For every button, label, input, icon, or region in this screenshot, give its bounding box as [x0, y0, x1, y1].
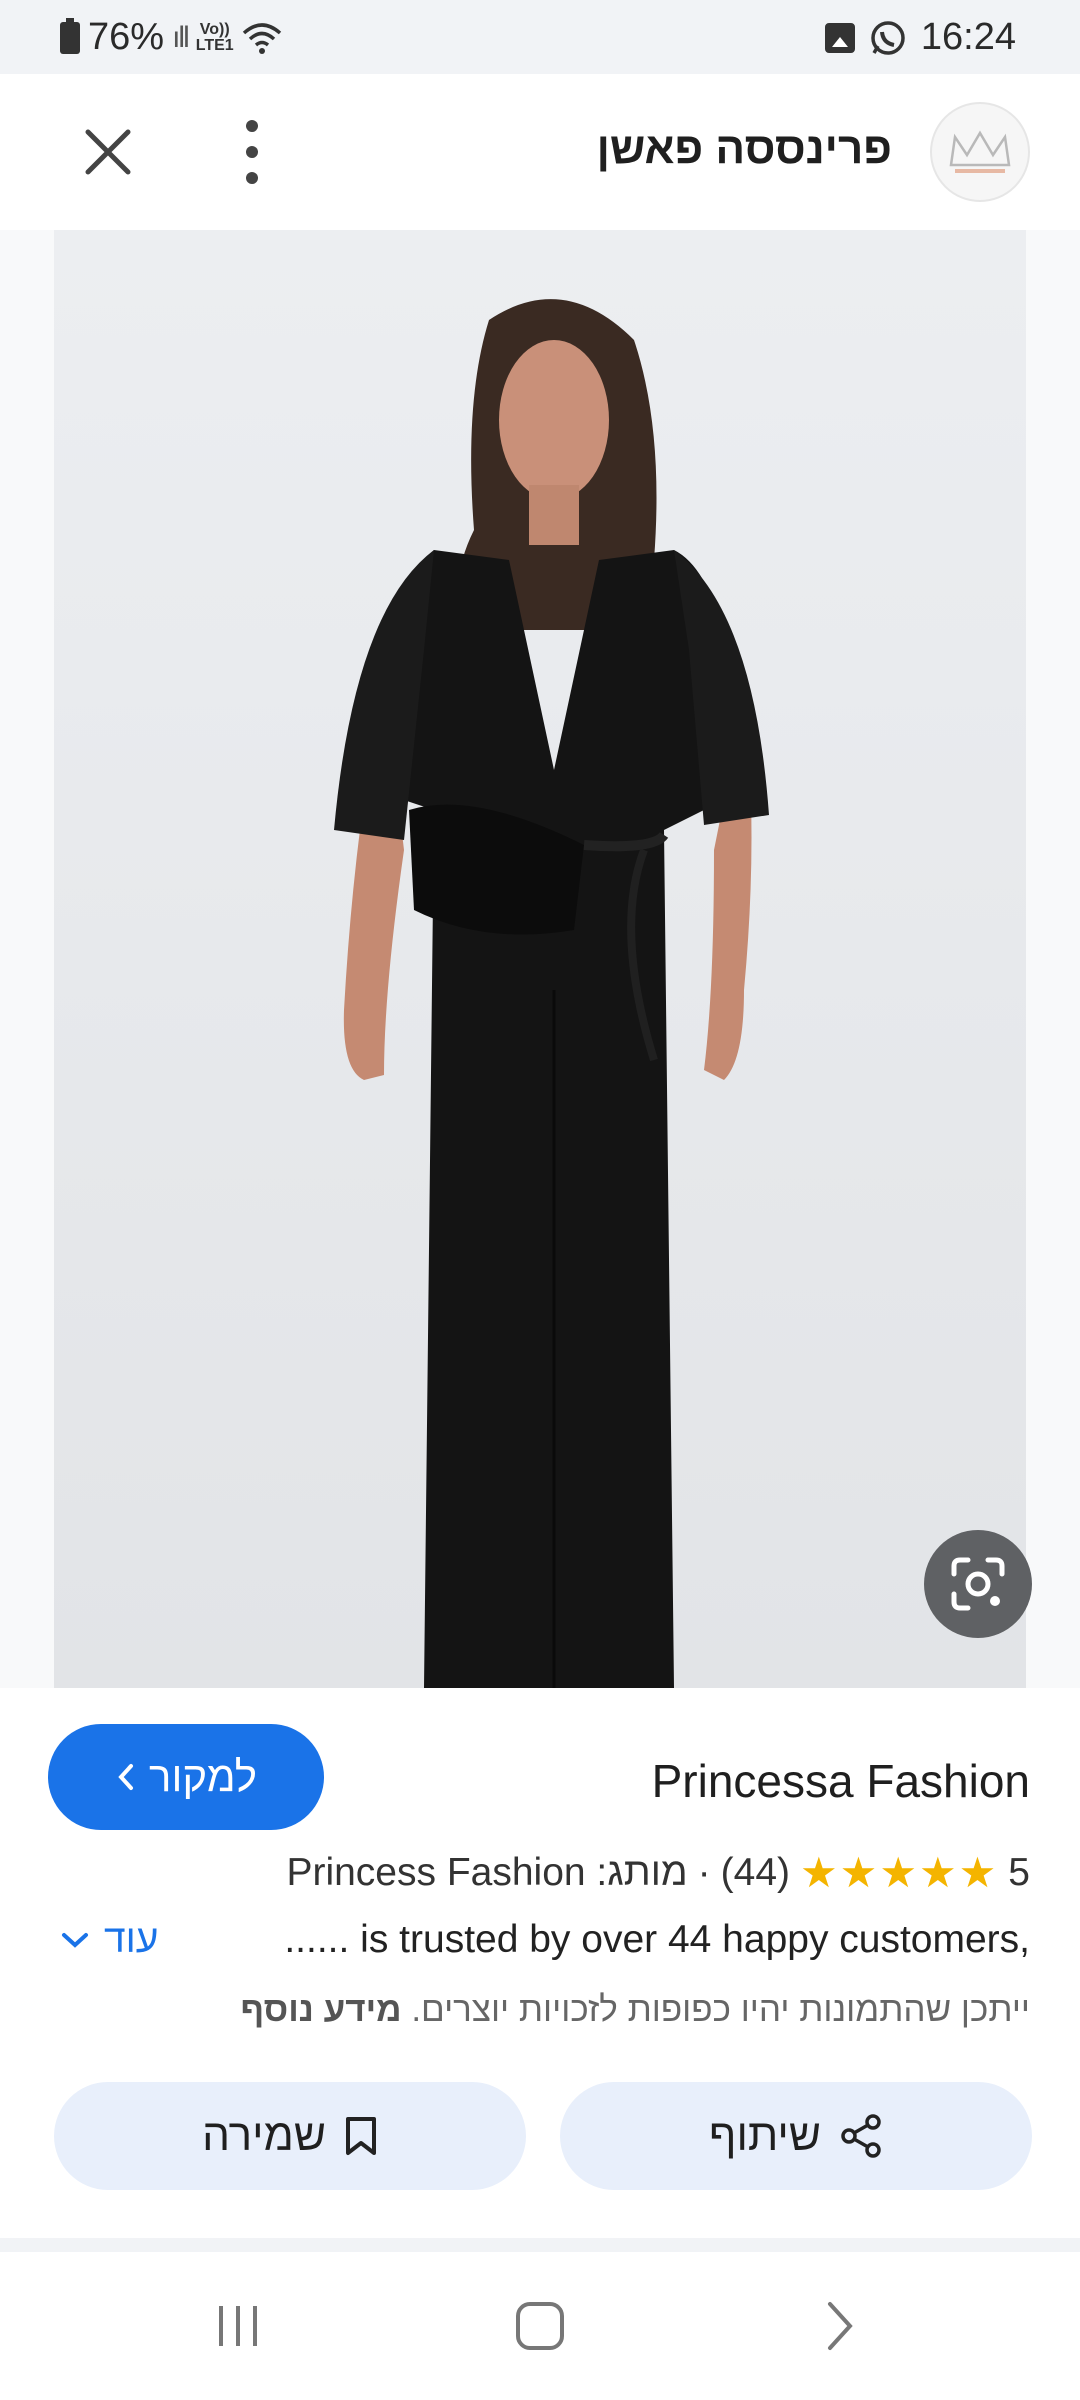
wifi-icon: [242, 22, 281, 54]
rating-row: 5 ★★★★★ (44) · מותג: Princess Fashion: [286, 1848, 1030, 1897]
status-bar: 76% ıll Vo)) LTE1 16:24: [0, 0, 1080, 74]
more-vert-icon: [246, 120, 258, 132]
star-rating-icon: ★★★★★: [800, 1849, 999, 1896]
back-icon: [828, 2302, 853, 2350]
close-button[interactable]: [78, 122, 138, 182]
site-title[interactable]: פרינססה פאשן: [597, 124, 892, 174]
save-button[interactable]: שמירה: [54, 2082, 526, 2190]
visit-source-label: למקור: [149, 1753, 257, 1800]
share-button[interactable]: שיתוף: [560, 2082, 1032, 2190]
image-viewer: [0, 230, 1080, 1688]
bookmark-icon: [345, 2117, 376, 2155]
save-label: שמירה: [202, 2111, 326, 2160]
back-button[interactable]: [800, 2294, 880, 2358]
volte-icon: Vo)) LTE1: [195, 20, 234, 54]
review-count: (44): [720, 1850, 791, 1894]
system-nav-bar: [0, 2252, 1080, 2400]
share-icon: [841, 2114, 881, 2158]
close-icon: [85, 129, 131, 175]
divider: [0, 2238, 1080, 2252]
description: ...... is trusted by over 44 happy custo…: [284, 1918, 1030, 1961]
share-label: שיתוף: [709, 2111, 821, 2160]
separator: ·: [697, 1850, 711, 1894]
signal-icon: ıll: [172, 20, 190, 54]
site-logo[interactable]: [930, 102, 1030, 202]
google-lens-button[interactable]: [924, 1530, 1032, 1638]
visit-source-button[interactable]: למקור: [48, 1724, 324, 1830]
whatsapp-icon: [871, 20, 905, 55]
more-button[interactable]: עוד: [60, 1918, 158, 1962]
network-label: LTE1: [195, 36, 234, 54]
home-icon: [516, 2302, 564, 2350]
copyright-notice: ייתכן שהתמונות יהיו כפופות לזכויות יוצרי…: [241, 1990, 1030, 2030]
clock: 16:24: [920, 16, 1016, 58]
google-lens-icon: [951, 1557, 1005, 1611]
recents-icon: [219, 2306, 257, 2346]
volte-label: Vo)): [199, 20, 230, 38]
chevron-left-icon: [118, 1764, 134, 1790]
recents-button[interactable]: [198, 2294, 278, 2358]
learn-more-link[interactable]: מידע נוסף: [241, 1990, 402, 2029]
product-image[interactable]: [54, 230, 1026, 1688]
result-title[interactable]: Princessa Fashion: [652, 1754, 1030, 1808]
image-notification-icon: [824, 22, 855, 53]
more-options-button[interactable]: [232, 120, 272, 184]
copyright-text: ייתכן שהתמונות יהיו כפופות לזכויות יוצרי…: [411, 1990, 1030, 2029]
info-panel: למקור Princessa Fashion 5 ★★★★★ (44) · מ…: [0, 1688, 1080, 2238]
chevron-down-icon: [62, 1933, 88, 1948]
rating-value: 5: [1008, 1850, 1030, 1894]
model-figure: [334, 299, 769, 1688]
status-left: 76% ıll Vo)) LTE1: [60, 16, 282, 59]
battery-icon: [60, 17, 80, 54]
home-button[interactable]: [500, 2294, 580, 2358]
crown-icon: [949, 130, 1011, 173]
status-right: 16:24: [824, 16, 1016, 59]
viewer-header: פרינססה פאשן: [0, 74, 1080, 230]
more-label: עוד: [104, 1918, 159, 1961]
battery-level: 76%: [88, 16, 165, 58]
brand-line: מותג: Princess Fashion: [286, 1850, 688, 1894]
